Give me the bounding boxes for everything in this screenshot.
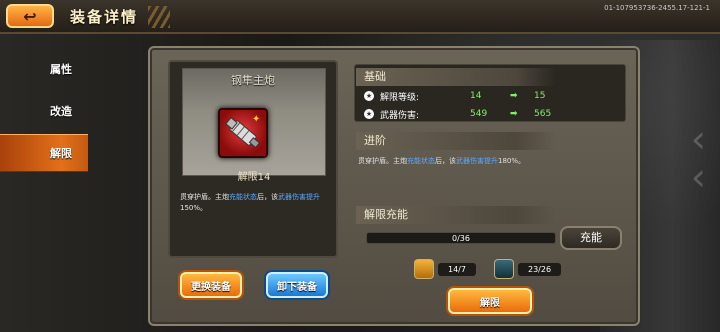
arrow-right-icon: ➡	[510, 109, 518, 119]
sidebar: 属性 改造 解限	[0, 50, 88, 176]
change-equipment-button[interactable]: 更换装备	[180, 272, 242, 298]
unequip-button[interactable]: 卸下装备	[266, 272, 328, 298]
item-card: 钢隼主炮 ✦ 解限14 贯穿护盾。主炮充能状态后，该武器伤害提升150%。	[168, 60, 338, 258]
back-arrow-icon: ↩	[23, 6, 37, 26]
page-title: 装备详情	[70, 8, 139, 26]
background-chevrons: ‹ ‹	[690, 117, 706, 199]
tab-attributes[interactable]: 属性	[0, 50, 88, 88]
cannon-icon: ✦	[218, 108, 268, 158]
stat-row-weapon-damage: ★ 武器伤害: 549 ➡ 565	[364, 109, 552, 121]
build-id: 01-107953736-2455.17-121-1	[604, 4, 710, 12]
charge-button[interactable]: 充能	[560, 226, 622, 250]
tab-unlock-limit[interactable]: 解限	[0, 134, 88, 172]
tab-modify[interactable]: 改造	[0, 92, 88, 130]
charge-progress-text: 0/36	[452, 234, 470, 243]
weapon-level: 解限14	[237, 172, 271, 183]
resource-count: 14/7	[438, 262, 476, 276]
title-stripe-decoration	[148, 6, 170, 28]
back-button[interactable]: ↩	[6, 4, 54, 28]
wrench-icon	[414, 259, 434, 279]
resource-part: 23/26	[494, 259, 562, 279]
top-bar: ↩ 装备详情 01-107953736-2455.17-121-1	[0, 0, 720, 34]
part-icon	[494, 259, 514, 279]
star-icon: ★	[364, 91, 374, 101]
tab-label: 属性	[50, 63, 72, 76]
resource-wrench: 14/7	[414, 259, 476, 279]
stat-row-unlock-level: ★ 解限等级: 14 ➡ 15	[364, 91, 546, 103]
item-description: 贯穿护盾。主炮充能状态后，该武器伤害提升150%。	[180, 193, 320, 212]
star-icon: ★	[364, 109, 374, 119]
resource-count: 23/26	[518, 262, 562, 276]
tab-label: 改造	[50, 105, 72, 118]
advance-description: 贯穿护盾。主炮充能状态后，该武器伤害提升180%。	[358, 157, 526, 165]
arrow-right-icon: ➡	[510, 91, 518, 101]
tab-label: 解限	[50, 147, 72, 160]
weapon-name: 钢隼主炮	[231, 74, 275, 87]
svg-text:✦: ✦	[252, 114, 260, 125]
basics-header: 基础	[356, 68, 556, 86]
charge-progress-bar: 0/36	[366, 232, 556, 244]
unlock-limit-button[interactable]: 解限	[448, 288, 532, 314]
charge-header: 解限充能	[356, 206, 556, 224]
advance-header: 进阶	[356, 132, 556, 150]
